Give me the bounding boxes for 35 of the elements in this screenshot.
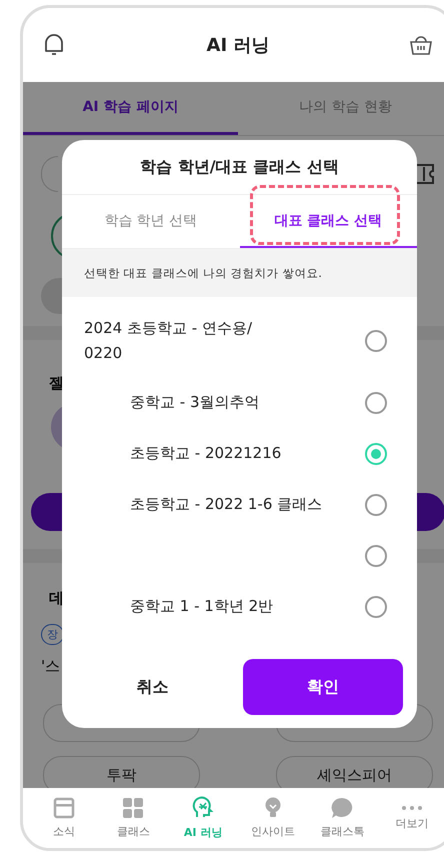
- nav-item[interactable]: 인사이트: [242, 797, 303, 839]
- class-option-label: 2024 초등학교 - 연수용/0220: [84, 318, 252, 364]
- basket-icon[interactable]: [409, 34, 433, 56]
- radio-button[interactable]: [365, 442, 387, 464]
- grid-icon: [122, 797, 144, 819]
- class-option-label: 초등학교 - 2022 1-6 클래스: [130, 495, 322, 514]
- nav-item[interactable]: 클래스톡: [312, 797, 372, 839]
- radio-button[interactable]: [365, 330, 387, 352]
- nav-item[interactable]: 더보기: [382, 805, 442, 831]
- newspaper-icon: [52, 797, 75, 819]
- more-icon: [401, 805, 424, 811]
- dialog-tab[interactable]: 학습 학년 선택: [62, 195, 240, 248]
- radio-button[interactable]: [365, 596, 387, 618]
- section-heading: 젤: [49, 374, 64, 393]
- info-text: 선택한 대표 클래스에 나의 경험치가 쌓여요.: [62, 249, 417, 297]
- radio-button[interactable]: [365, 544, 387, 566]
- brain-head-icon: [191, 796, 216, 820]
- section-heading: 데: [49, 589, 64, 608]
- nav-item[interactable]: 소식: [34, 797, 94, 839]
- class-option-label: 중학교 1 - 1학년 2반: [130, 597, 274, 616]
- page-tab[interactable]: 나의 학습 현황: [238, 82, 444, 135]
- chat-bubble-icon: [330, 797, 354, 819]
- question-text: '스: [41, 657, 60, 676]
- dialog-title: 학습 학년/대표 클래스 선택: [139, 156, 340, 178]
- class-option-label: 중학교 - 3월의추억: [130, 393, 260, 412]
- class-option-label: 초등학교 - 20221216: [130, 444, 282, 463]
- radio-button[interactable]: [365, 494, 387, 516]
- nav-item[interactable]: AI 러닝: [173, 796, 234, 840]
- page-tab[interactable]: AI 학습 페이지: [23, 82, 238, 135]
- bell-icon[interactable]: [43, 33, 65, 57]
- filter-pill[interactable]: [41, 156, 58, 192]
- confirm-button[interactable]: 확인: [242, 659, 403, 715]
- nav-item[interactable]: 클래스: [103, 797, 164, 839]
- page-title: AI 러닝: [206, 34, 270, 57]
- radio-button[interactable]: [365, 392, 387, 414]
